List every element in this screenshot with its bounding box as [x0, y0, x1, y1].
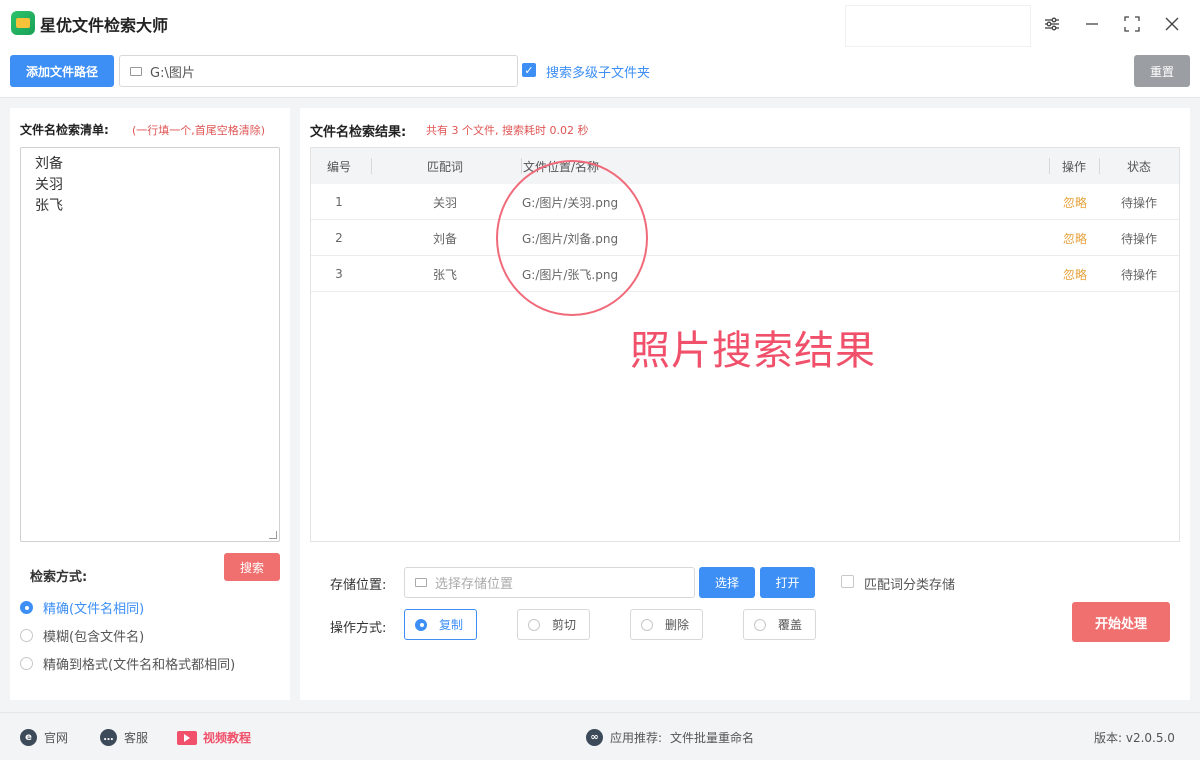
col-match: 匹配词: [427, 159, 464, 174]
results-panel: 文件名检索结果: 共有 3 个文件, 搜索耗时 0.02 秒 编号 匹配词 文件…: [300, 108, 1190, 700]
ignore-link[interactable]: 忽略: [1051, 184, 1099, 220]
row-status: 待操作: [1120, 231, 1157, 246]
search-mode-label: 检索方式:: [30, 570, 88, 585]
recommend-label: 应用推荐:: [610, 731, 663, 745]
support-link[interactable]: … 客服: [100, 729, 148, 746]
row-status: 待操作: [1120, 267, 1157, 282]
add-file-path-button[interactable]: 添加文件路径: [10, 55, 114, 87]
op-delete-radio[interactable]: 删除: [630, 609, 703, 640]
radio-selected-icon: [415, 618, 427, 631]
toolbar: 添加文件路径 G:\图片 ✓ 搜索多级子文件夹 重置: [0, 48, 1200, 98]
col-status: 状态: [1127, 159, 1152, 174]
names-textarea[interactable]: 刘备 关羽 张飞: [20, 147, 280, 542]
recommend-app-link[interactable]: 文件批量重命名: [670, 729, 754, 746]
radio-icon: [20, 629, 33, 642]
resize-handle[interactable]: [269, 531, 277, 539]
search-list-title: 文件名检索清单:: [20, 123, 109, 137]
mode-fuzzy-radio[interactable]: 模糊(包含文件名): [20, 626, 144, 645]
video-label: 视频教程: [203, 731, 252, 745]
link-icon: ∞: [586, 729, 603, 746]
storage-placeholder: 选择存储位置: [435, 577, 514, 592]
search-button[interactable]: 搜索: [224, 553, 280, 581]
close-icon[interactable]: [1160, 12, 1184, 36]
annotation-circle: [496, 160, 648, 316]
op-label: 复制: [439, 618, 464, 632]
maximize-icon[interactable]: [1120, 12, 1144, 36]
table-header: 编号 匹配词 文件位置/名称 操作 状态: [311, 148, 1179, 184]
website-link[interactable]: e 官网: [20, 729, 68, 746]
op-label: 覆盖: [778, 618, 803, 632]
start-processing-button[interactable]: 开始处理: [1072, 602, 1170, 642]
row-match: 张飞: [432, 267, 457, 282]
row-match: 刘备: [432, 231, 457, 246]
mode-exact-format-radio[interactable]: 精确到格式(文件名和格式都相同): [20, 654, 235, 673]
op-label: 剪切: [552, 618, 577, 632]
table-row[interactable]: 2 刘备 G:/图片/刘备.png 忽略 待操作: [311, 220, 1179, 256]
op-copy-radio[interactable]: 复制: [404, 609, 477, 640]
storage-label: 存储位置:: [330, 578, 387, 593]
op-overwrite-radio[interactable]: 覆盖: [743, 609, 816, 640]
website-label: 官网: [44, 731, 69, 745]
recommend-area: ∞ 应用推荐: 文件批量重命名: [586, 729, 754, 746]
search-subfolders-checkbox[interactable]: ✓: [522, 63, 536, 77]
settings-icon[interactable]: [1040, 12, 1064, 36]
col-index: 编号: [327, 159, 352, 174]
version-text: 版本: v2.0.5.0: [1094, 731, 1175, 745]
name-line: 张飞: [35, 198, 63, 214]
results-summary: 共有 3 个文件, 搜索耗时 0.02 秒: [426, 124, 589, 137]
app-logo-icon: [11, 11, 35, 35]
name-line: 关羽: [35, 177, 63, 193]
title-bar: 星优文件检索大师: [0, 0, 1200, 48]
operation-label: 操作方式:: [330, 621, 387, 636]
radio-icon: [754, 618, 766, 631]
minimize-icon[interactable]: [1080, 12, 1104, 36]
app-title: 星优文件检索大师: [40, 16, 169, 35]
video-tutorial-link[interactable]: 视频教程: [177, 729, 251, 746]
table-row[interactable]: 3 张飞 G:/图片/张飞.png 忽略 待操作: [311, 256, 1179, 292]
row-index: 2: [335, 231, 343, 245]
radio-icon: [528, 618, 540, 631]
search-list-panel: 文件名检索清单: (一行填一个,首尾空格清除) 刘备 关羽 张飞 检索方式: 搜…: [10, 108, 290, 700]
mode-label: 精确到格式(文件名和格式都相同): [43, 658, 236, 673]
mode-label: 精确(文件名相同): [43, 602, 145, 617]
footer: e 官网 … 客服 视频教程 ∞ 应用推荐: 文件批量重命名 版本: v2.0.…: [0, 712, 1200, 760]
path-value: G:\图片: [150, 65, 195, 81]
mode-label: 模糊(包含文件名): [43, 630, 145, 645]
ie-icon: e: [20, 729, 37, 746]
row-match: 关羽: [432, 195, 457, 210]
classify-storage-checkbox[interactable]: [841, 575, 854, 588]
radio-icon: [20, 657, 33, 670]
video-icon: [177, 730, 197, 745]
ignore-link[interactable]: 忽略: [1051, 256, 1099, 292]
radio-icon: [641, 618, 653, 631]
search-list-hint: (一行填一个,首尾空格清除): [132, 124, 266, 137]
radio-selected-icon: [20, 601, 33, 614]
choose-storage-button[interactable]: 选择: [699, 567, 755, 598]
classify-storage-label[interactable]: 匹配词分类存储: [864, 574, 955, 593]
row-index: 3: [335, 267, 343, 281]
col-action: 操作: [1062, 159, 1087, 174]
support-label: 客服: [124, 731, 149, 745]
row-status: 待操作: [1120, 195, 1157, 210]
reset-button[interactable]: 重置: [1134, 55, 1190, 87]
storage-path-input[interactable]: 选择存储位置: [404, 567, 695, 598]
chat-icon: …: [100, 729, 117, 746]
title-blank-area: [845, 5, 1031, 47]
folder-icon: [130, 66, 142, 76]
mode-exact-radio[interactable]: 精确(文件名相同): [20, 598, 144, 617]
results-title: 文件名检索结果:: [310, 125, 407, 140]
annotation-text: 照片搜索结果: [630, 328, 876, 374]
row-index: 1: [335, 195, 343, 209]
path-input[interactable]: G:\图片: [119, 55, 518, 87]
folder-icon: [415, 578, 427, 587]
name-line: 刘备: [35, 156, 63, 172]
op-label: 删除: [665, 618, 690, 632]
open-storage-button[interactable]: 打开: [760, 567, 815, 598]
ignore-link[interactable]: 忽略: [1051, 220, 1099, 256]
op-cut-radio[interactable]: 剪切: [517, 609, 590, 640]
table-row[interactable]: 1 关羽 G:/图片/关羽.png 忽略 待操作: [311, 184, 1179, 220]
search-subfolders-label[interactable]: 搜索多级子文件夹: [546, 62, 650, 81]
